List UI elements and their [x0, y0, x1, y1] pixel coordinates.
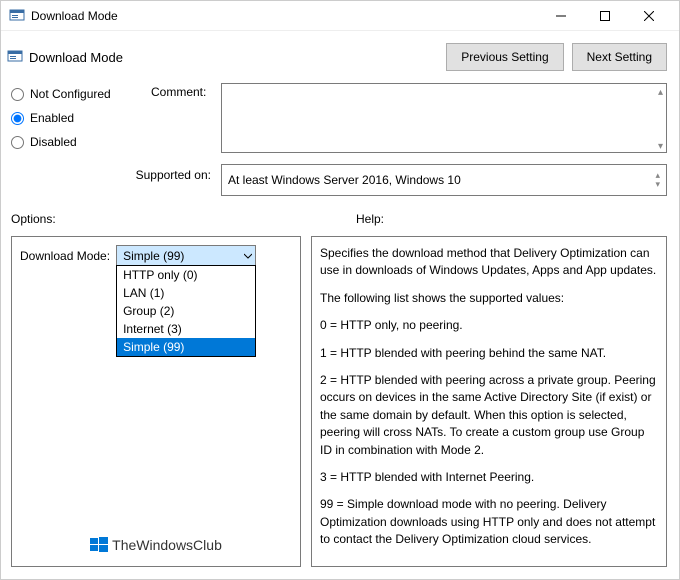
- state-comment-section: Not Configured Enabled Disabled Comment:…: [1, 79, 679, 160]
- options-panel: Download Mode: Simple (99) HTTP only (0)…: [11, 236, 301, 567]
- supported-label: Supported on:: [11, 164, 221, 182]
- help-paragraph: 2 = HTTP blended with peering across a p…: [320, 372, 658, 459]
- page-title: Download Mode: [29, 50, 123, 65]
- dropdown-option[interactable]: LAN (1): [117, 284, 255, 302]
- help-label: Help:: [356, 212, 384, 226]
- dropdown-option[interactable]: Group (2): [117, 302, 255, 320]
- window-title: Download Mode: [31, 9, 118, 23]
- radio-enabled[interactable]: Enabled: [11, 111, 151, 125]
- radio-disabled-label: Disabled: [30, 135, 77, 149]
- radio-disabled-input[interactable]: [11, 136, 24, 149]
- previous-setting-button[interactable]: Previous Setting: [446, 43, 563, 71]
- next-setting-button[interactable]: Next Setting: [572, 43, 667, 71]
- chevron-down-icon: [244, 249, 252, 263]
- comment-wrap: ▴▾: [221, 83, 667, 156]
- page-title-area: Download Mode: [7, 49, 438, 65]
- window-root: Download Mode Download Mode Previous: [0, 0, 680, 580]
- help-paragraph: 99 = Simple download mode with no peerin…: [320, 496, 658, 548]
- help-paragraph: 3 = HTTP blended with Internet Peering.: [320, 469, 658, 486]
- download-mode-label: Download Mode:: [20, 249, 110, 263]
- maximize-button[interactable]: [583, 2, 627, 30]
- windows-icon: [90, 536, 108, 554]
- titlebar: Download Mode: [1, 1, 679, 31]
- policy-icon: [7, 49, 23, 65]
- help-paragraph: Specifies the download method that Deliv…: [320, 245, 658, 280]
- dropdown-option[interactable]: Internet (3): [117, 320, 255, 338]
- supported-value: At least Windows Server 2016, Windows 10: [228, 173, 461, 187]
- comment-input[interactable]: [221, 83, 667, 153]
- state-radio-group: Not Configured Enabled Disabled: [11, 83, 151, 156]
- comment-scroll-icons: ▴▾: [658, 87, 663, 152]
- help-paragraph: 0 = HTTP only, no peering.: [320, 317, 658, 334]
- radio-enabled-input[interactable]: [11, 112, 24, 125]
- radio-enabled-label: Enabled: [30, 111, 74, 125]
- download-mode-combo[interactable]: Simple (99) HTTP only (0) LAN (1) Group …: [116, 245, 256, 266]
- download-mode-row: Download Mode: Simple (99) HTTP only (0)…: [20, 245, 292, 266]
- help-paragraph: 1 = HTTP blended with peering behind the…: [320, 345, 658, 362]
- supported-scroll-icons: ▴▾: [655, 171, 660, 189]
- comment-label: Comment:: [151, 83, 221, 156]
- supported-row: Supported on: At least Windows Server 20…: [1, 160, 679, 206]
- radio-not-configured-input[interactable]: [11, 88, 24, 101]
- help-panel: Specifies the download method that Deliv…: [311, 236, 667, 567]
- radio-not-configured[interactable]: Not Configured: [11, 87, 151, 101]
- branding-text: TheWindowsClub: [112, 537, 222, 553]
- app-icon: [9, 8, 25, 24]
- minimize-button[interactable]: [539, 2, 583, 30]
- dropdown-option[interactable]: HTTP only (0): [117, 266, 255, 284]
- help-paragraph: The following list shows the supported v…: [320, 290, 658, 307]
- help-text: Specifies the download method that Deliv…: [320, 245, 658, 548]
- download-mode-selected[interactable]: Simple (99): [116, 245, 256, 266]
- section-labels-row: Options: Help:: [1, 206, 679, 232]
- header-row: Download Mode Previous Setting Next Sett…: [1, 31, 679, 79]
- download-mode-dropdown: HTTP only (0) LAN (1) Group (2) Internet…: [116, 265, 256, 357]
- supported-box: At least Windows Server 2016, Windows 10…: [221, 164, 667, 196]
- dropdown-option[interactable]: Simple (99): [117, 338, 255, 356]
- titlebar-buttons: [539, 2, 671, 30]
- radio-disabled[interactable]: Disabled: [11, 135, 151, 149]
- close-button[interactable]: [627, 2, 671, 30]
- radio-not-configured-label: Not Configured: [30, 87, 111, 101]
- branding-logo: TheWindowsClub: [12, 536, 300, 554]
- panels: Download Mode: Simple (99) HTTP only (0)…: [1, 232, 679, 579]
- titlebar-title-area: Download Mode: [9, 8, 539, 24]
- options-label: Options:: [11, 212, 356, 226]
